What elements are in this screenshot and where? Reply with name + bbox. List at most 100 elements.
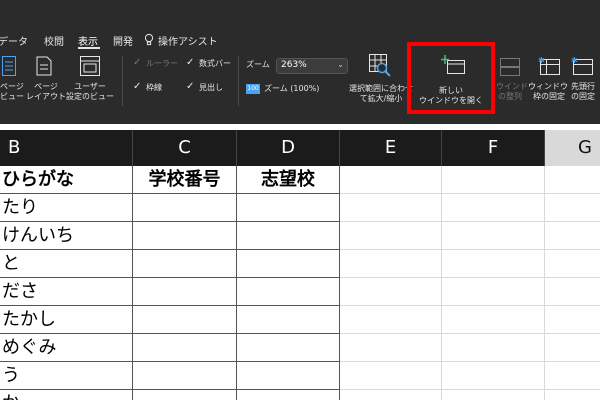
table-cell[interactable]: [545, 334, 600, 362]
page-layout-button-label-2: レイアウト: [26, 92, 66, 101]
custom-views-label-1: ユーザー: [74, 82, 106, 91]
column-header-e[interactable]: E: [340, 130, 442, 166]
table-cell[interactable]: [442, 278, 545, 306]
table-header-hiragana[interactable]: ひらがな: [0, 166, 133, 194]
table-cell[interactable]: [545, 306, 600, 334]
table-cell[interactable]: [133, 390, 237, 400]
tell-me-assist[interactable]: 操作アシスト: [158, 33, 218, 48]
table-header-row: ひらがな 学校番号 志望校: [0, 166, 600, 194]
table-header-school-number[interactable]: 学校番号: [133, 166, 237, 194]
custom-views-label-2: 設定のビュー: [66, 92, 114, 101]
tab-developer[interactable]: 開発: [113, 33, 133, 48]
table-cell[interactable]: [340, 250, 442, 278]
page-layout-icon: [2, 56, 16, 80]
table-cell[interactable]: [442, 194, 545, 222]
hiragana-cell[interactable]: う: [0, 362, 133, 390]
table-cell[interactable]: [133, 362, 237, 390]
table-cell[interactable]: [442, 334, 545, 362]
table-cell[interactable]: [442, 166, 545, 194]
freeze-top-label-2: の固定: [571, 92, 595, 101]
table-cell[interactable]: [133, 250, 237, 278]
table-cell[interactable]: [340, 278, 442, 306]
table-cell[interactable]: [442, 250, 545, 278]
table-cell[interactable]: [545, 166, 600, 194]
highlight-annotation-box: [407, 42, 495, 114]
zoom-dropdown[interactable]: 263% ⌄: [276, 58, 348, 74]
freeze-top-row-icon: ✱: [571, 55, 593, 79]
ribbon-separator: [122, 56, 123, 106]
freeze-label-2: 枠の固定: [533, 92, 565, 101]
table-cell[interactable]: [340, 390, 442, 400]
table-row: う: [0, 362, 600, 390]
svg-text:✱: ✱: [571, 56, 578, 65]
table-cell[interactable]: [340, 166, 442, 194]
column-header-g[interactable]: G: [545, 130, 600, 166]
table-cell[interactable]: [237, 334, 340, 362]
hiragana-cell[interactable]: めぐみ: [0, 334, 133, 362]
table-row: と: [0, 250, 600, 278]
table-cell[interactable]: [133, 306, 237, 334]
gridlines-label: 枠線: [146, 83, 162, 92]
hiragana-cell[interactable]: たかし: [0, 306, 133, 334]
hiragana-cell[interactable]: たり: [0, 194, 133, 222]
freeze-label-1: ウィンドウ: [528, 82, 568, 91]
table-cell[interactable]: [133, 334, 237, 362]
tab-data[interactable]: データ: [0, 33, 28, 48]
table-cell[interactable]: [442, 222, 545, 250]
table-cell[interactable]: [545, 250, 600, 278]
table-cell[interactable]: [340, 334, 442, 362]
table-cell[interactable]: [340, 306, 442, 334]
table-row: けんいち: [0, 222, 600, 250]
table-cell[interactable]: [237, 222, 340, 250]
hiragana-cell[interactable]: か: [0, 390, 133, 400]
tab-review[interactable]: 校閲: [44, 33, 64, 48]
column-header-c[interactable]: C: [133, 130, 237, 166]
formula-bar-label: 数式バー: [199, 59, 231, 68]
table-cell[interactable]: [340, 362, 442, 390]
table-cell[interactable]: [340, 194, 442, 222]
table-cell[interactable]: [237, 362, 340, 390]
table-cell[interactable]: [237, 194, 340, 222]
table-header-desired-school[interactable]: 志望校: [237, 166, 340, 194]
table-cell[interactable]: [545, 362, 600, 390]
hiragana-cell[interactable]: ださ: [0, 278, 133, 306]
table-cell[interactable]: [133, 222, 237, 250]
table-cell[interactable]: [545, 194, 600, 222]
column-header-b[interactable]: B: [0, 130, 133, 166]
column-header-d[interactable]: D: [237, 130, 340, 166]
zoom-100-icon: 100: [246, 84, 260, 94]
table-cell[interactable]: [545, 222, 600, 250]
table-cell[interactable]: [442, 306, 545, 334]
table-cell[interactable]: [442, 390, 545, 400]
page-layout-label-1: ページ: [0, 82, 24, 91]
headings-checkbox[interactable]: ✓: [186, 81, 194, 92]
table-cell[interactable]: [237, 390, 340, 400]
svg-text:✱: ✱: [538, 56, 545, 65]
ribbon: データ 校閲 表示 開発 操作アシスト ページ ビュー ページ レイアウト ユー…: [0, 0, 600, 124]
arrange-label-2: の整列: [498, 92, 522, 101]
hiragana-cell[interactable]: と: [0, 250, 133, 278]
worksheet-grid[interactable]: B C D E F G ひらがな 学校番号 志望校 たり けんいちとださ たかし めぐ…: [0, 124, 600, 400]
gridlines-checkbox[interactable]: ✓: [133, 81, 141, 92]
hiragana-cell[interactable]: けんいち: [0, 222, 133, 250]
table-cell[interactable]: [133, 278, 237, 306]
chevron-down-icon: ⌄: [337, 60, 344, 69]
zoom-value: 263%: [281, 60, 307, 70]
arrange-windows-icon: [500, 58, 520, 80]
table-cell[interactable]: [545, 390, 600, 400]
ruler-checkbox[interactable]: ✓: [133, 57, 141, 68]
formula-bar-checkbox[interactable]: ✓: [186, 57, 194, 68]
ribbon-separator: [238, 56, 239, 106]
table-cell[interactable]: [442, 362, 545, 390]
table-cell[interactable]: [133, 194, 237, 222]
table-cell[interactable]: [545, 278, 600, 306]
table-cell[interactable]: [237, 250, 340, 278]
freeze-top-label-1: 先頭行: [571, 82, 595, 91]
tab-view[interactable]: 表示: [78, 33, 98, 48]
table-row: たり: [0, 194, 600, 222]
table-cell[interactable]: [340, 222, 442, 250]
table-cell[interactable]: [237, 306, 340, 334]
table-cell[interactable]: [237, 278, 340, 306]
active-tab-indicator: [78, 47, 100, 49]
column-header-f[interactable]: F: [442, 130, 545, 166]
